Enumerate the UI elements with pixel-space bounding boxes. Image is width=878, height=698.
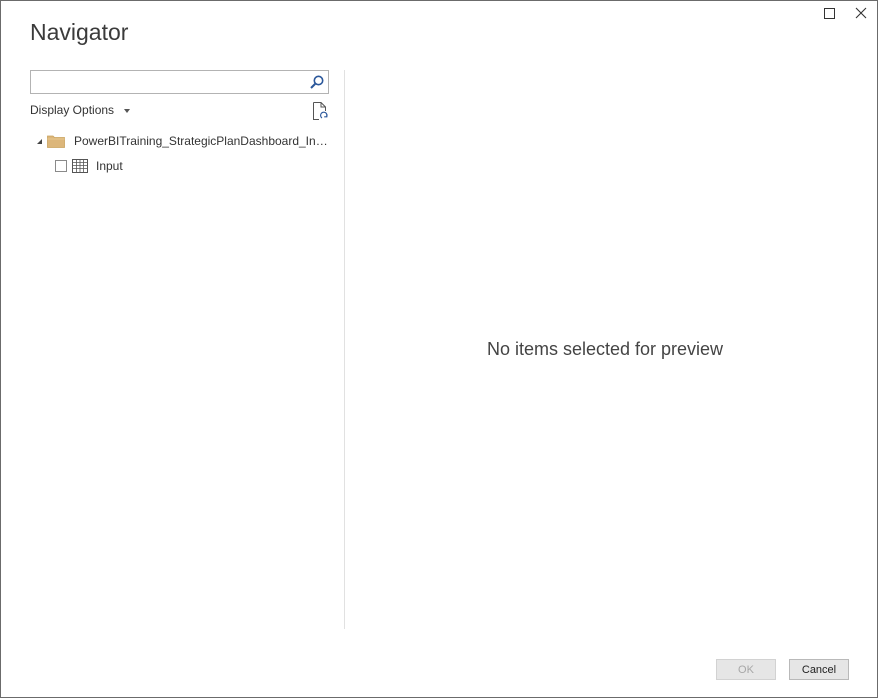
cancel-button[interactable]: Cancel xyxy=(789,659,849,680)
refresh-document-icon[interactable] xyxy=(311,101,329,121)
preview-empty-message: No items selected for preview xyxy=(486,339,724,359)
close-button[interactable] xyxy=(851,5,871,21)
chevron-down-icon xyxy=(124,108,131,113)
search-input[interactable] xyxy=(34,73,304,91)
display-options-dropdown[interactable]: Display Options xyxy=(30,103,131,117)
search-box[interactable] xyxy=(30,70,329,94)
ok-button[interactable]: OK xyxy=(716,659,776,680)
maximize-button[interactable] xyxy=(819,5,839,21)
workbook-label: PowerBITraining_StrategicPlanDashboard_I… xyxy=(74,134,330,148)
search-icon[interactable] xyxy=(309,74,325,90)
tree-node-workbook[interactable]: PowerBITraining_StrategicPlanDashboard_I… xyxy=(34,131,330,151)
dialog-title: Navigator xyxy=(30,19,129,45)
folder-icon xyxy=(47,135,65,148)
close-icon xyxy=(855,7,867,19)
navigator-dialog: Navigator Display Options PowerBITrainin… xyxy=(0,0,878,698)
display-options-label: Display Options xyxy=(30,103,115,117)
input-checkbox[interactable] xyxy=(55,160,67,172)
table-icon xyxy=(72,159,88,173)
window-controls xyxy=(819,5,871,21)
input-label: Input xyxy=(96,159,123,173)
expand-collapse-icon[interactable] xyxy=(34,136,44,146)
tree-node-input[interactable]: Input xyxy=(55,156,123,176)
maximize-icon xyxy=(823,7,835,19)
